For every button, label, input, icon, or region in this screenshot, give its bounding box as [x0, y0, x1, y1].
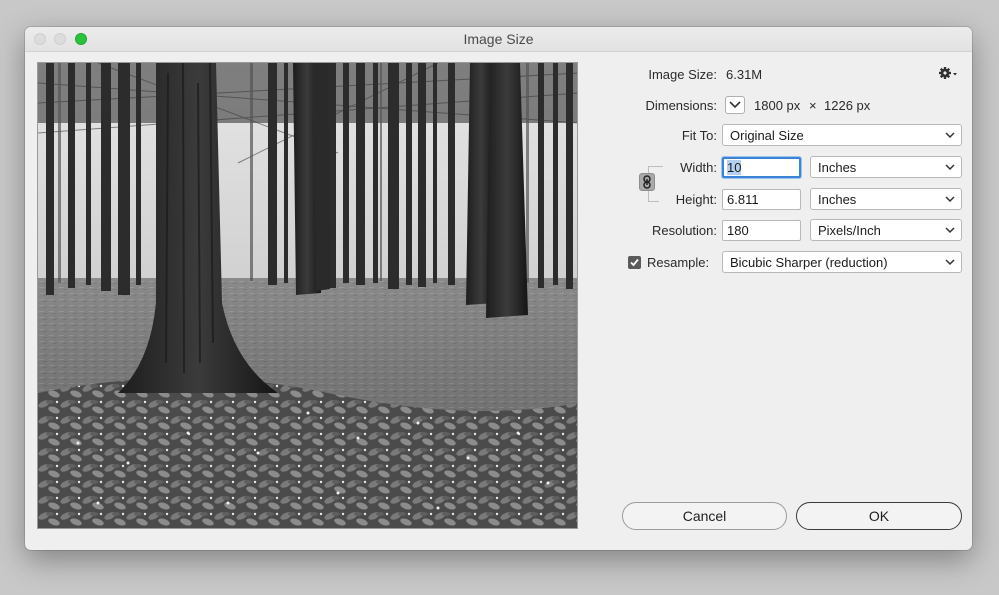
dimensions-menu-button[interactable] [725, 96, 745, 114]
fit-to-select[interactable]: Original Size [722, 124, 962, 146]
chevron-down-icon [945, 132, 955, 139]
height-unit-select[interactable]: Inches [810, 188, 962, 210]
dimensions-label: Dimensions: [645, 98, 717, 113]
dimensions-times-symbol: × [809, 98, 817, 113]
cancel-button[interactable]: Cancel [622, 502, 787, 530]
width-unit-select[interactable]: Inches [810, 156, 962, 178]
resample-checkbox[interactable] [628, 256, 641, 269]
chevron-down-icon [945, 227, 955, 234]
resolution-label: Resolution: [651, 223, 717, 238]
image-size-dialog: Image Size Image Size: 6.31M Dimensions:… [25, 27, 972, 550]
image-size-value: 6.31M [726, 67, 763, 82]
chevron-down-icon [945, 164, 955, 171]
image-preview[interactable] [37, 62, 578, 529]
chevron-down-icon [729, 101, 741, 109]
resolution-input[interactable]: 180 [722, 220, 801, 241]
height-value: 6.811 [727, 192, 759, 207]
dimensions-width-px: 1800 px [754, 98, 801, 113]
constrain-proportions-toggle[interactable] [639, 173, 655, 191]
resample-method-value: Bicubic Sharper (reduction) [730, 255, 888, 270]
fit-to-label: Fit To: [681, 128, 717, 143]
height-unit-value: Inches [818, 192, 857, 207]
dimensions-height-px: 1226 px [824, 98, 871, 113]
resolution-unit-select[interactable]: Pixels/Inch [810, 219, 962, 241]
width-value: 10 [727, 160, 742, 175]
chevron-down-icon [945, 259, 955, 266]
forest-photo [38, 63, 577, 528]
resample-label: Resample: [647, 255, 710, 270]
resample-method-select[interactable]: Bicubic Sharper (reduction) [722, 251, 962, 273]
fit-to-value: Original Size [730, 128, 804, 143]
width-input[interactable]: 10 [722, 157, 801, 178]
width-unit-value: Inches [818, 160, 857, 175]
title-bar[interactable]: Image Size [25, 27, 972, 52]
chevron-down-icon [945, 196, 955, 203]
image-size-label: Image Size: [648, 67, 717, 82]
chain-link-icon [643, 175, 651, 189]
checkmark-icon [630, 258, 639, 267]
height-label: Height: [675, 192, 717, 207]
ok-button[interactable]: OK [796, 502, 962, 530]
window-title: Image Size [463, 31, 534, 47]
gear-icon[interactable] [938, 65, 958, 81]
resolution-value: 180 [727, 223, 749, 238]
height-input[interactable]: 6.811 [722, 189, 801, 210]
resolution-unit-value: Pixels/Inch [818, 223, 881, 238]
